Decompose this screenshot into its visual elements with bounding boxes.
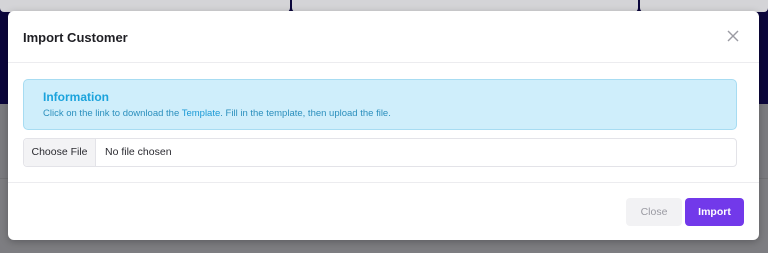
close-button[interactable]: Close	[626, 198, 682, 226]
information-text-after: . Fill in the template, then upload the …	[220, 108, 391, 119]
information-heading: Information	[43, 90, 109, 104]
import-button[interactable]: Import	[685, 198, 744, 226]
modal-title: Import Customer	[23, 30, 128, 45]
information-alert: Information Click on the link to downloa…	[23, 79, 737, 130]
modal-footer: Close Import	[8, 182, 759, 240]
file-status-text: No file chosen	[105, 146, 172, 158]
choose-file-button[interactable]: Choose File	[24, 139, 96, 166]
modal-header: Import Customer	[8, 11, 759, 63]
file-upload-input[interactable]: Choose File No file chosen	[23, 138, 737, 167]
template-download-link[interactable]: Template	[182, 108, 221, 119]
close-icon[interactable]	[725, 28, 741, 44]
information-text: Click on the link to download the Templa…	[43, 108, 391, 119]
information-text-before: Click on the link to download the	[43, 108, 182, 119]
import-customer-modal: Import Customer Information Click on the…	[8, 11, 759, 240]
